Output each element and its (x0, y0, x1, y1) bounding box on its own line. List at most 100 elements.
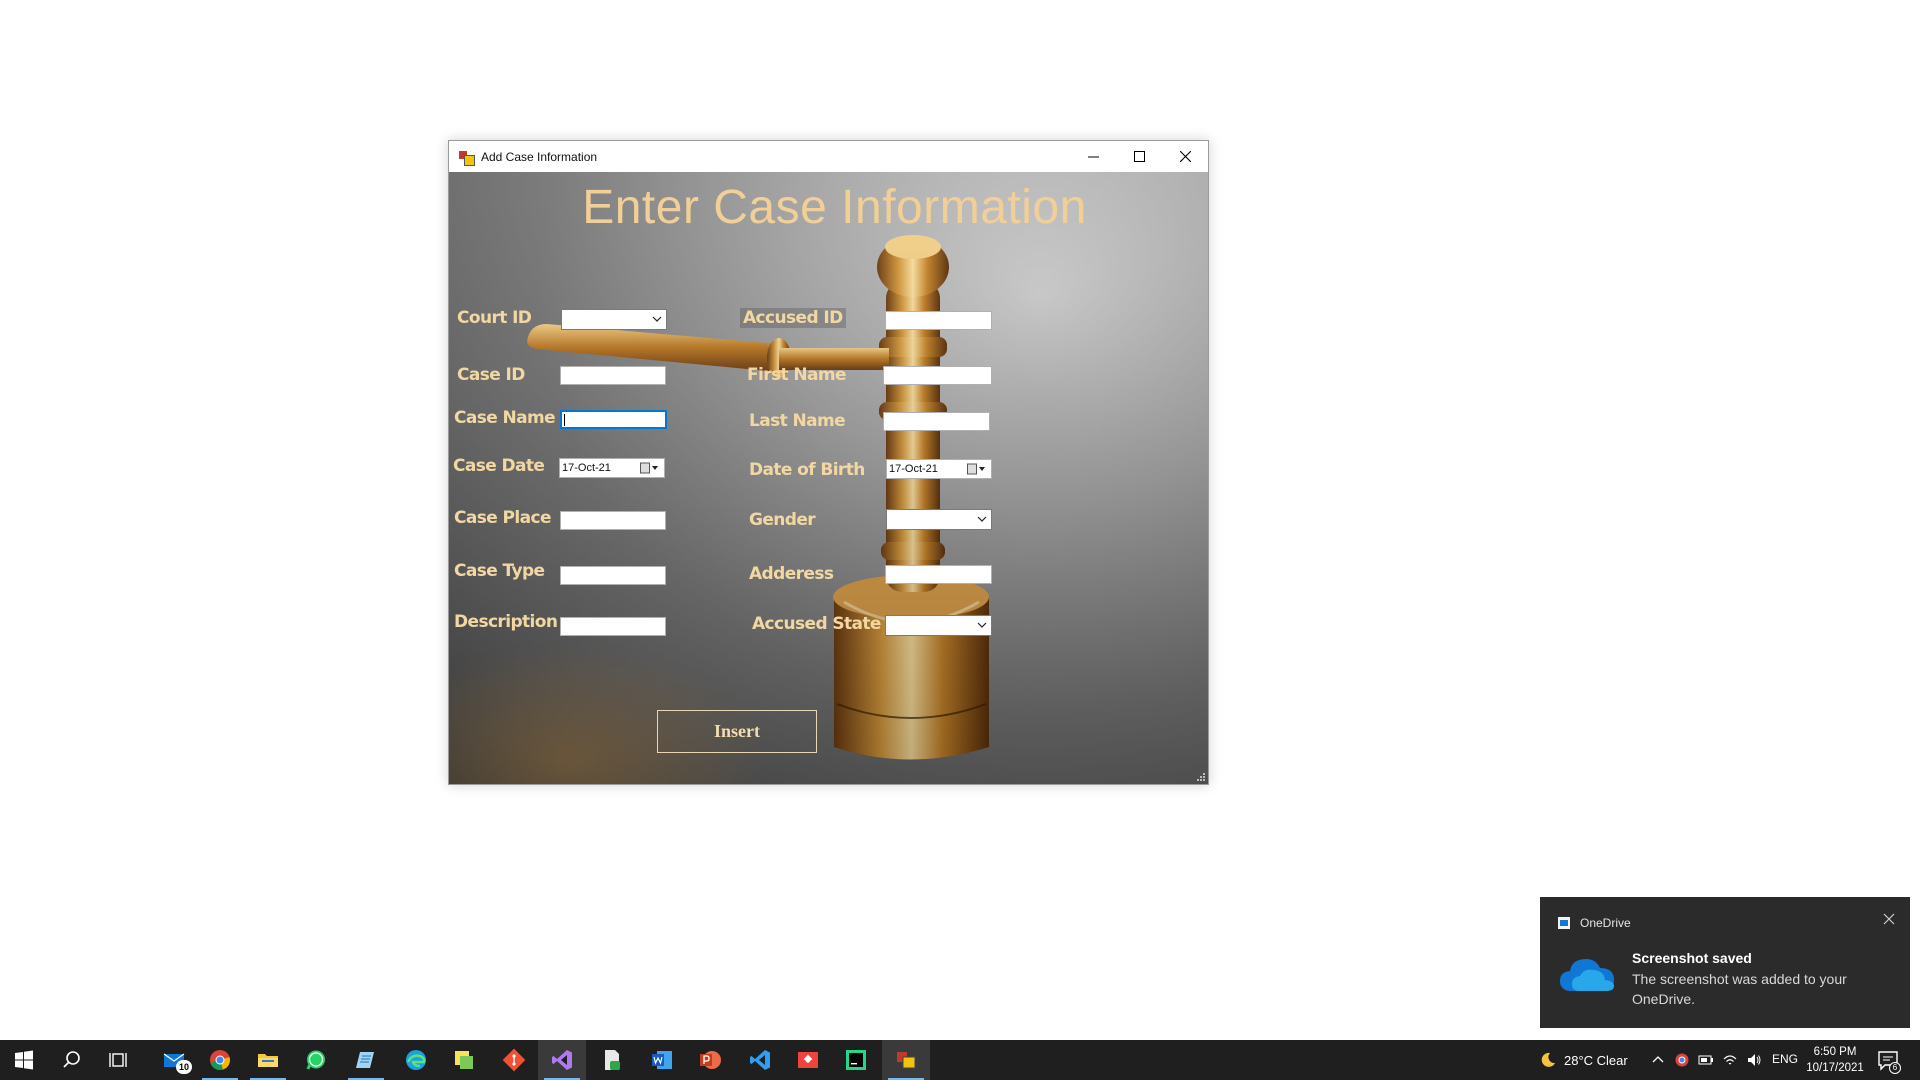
case-type-input[interactable] (560, 566, 666, 585)
last-name-label: Last Name (749, 411, 846, 431)
taskbar-chrome[interactable] (196, 1040, 244, 1080)
case-name-input[interactable] (560, 410, 667, 429)
weather-widget[interactable]: 28°C Clear (1540, 1040, 1628, 1080)
maximize-icon (1133, 151, 1145, 162)
onedrive-app-icon (1558, 917, 1570, 929)
clock[interactable]: 6:50 PM 10/17/2021 (1800, 1044, 1870, 1076)
notification-heading: Screenshot saved (1632, 950, 1752, 966)
case-id-input[interactable] (560, 366, 666, 385)
taskbar-git[interactable] (490, 1040, 538, 1080)
window-title: Add Case Information (481, 149, 598, 164)
taskbar-pycharm[interactable] (832, 1040, 880, 1080)
taskbar-word[interactable] (638, 1040, 686, 1080)
case-date-value: 17-Oct-21 (562, 462, 611, 474)
search-icon (63, 1051, 80, 1068)
calendar-dropdown-icon (640, 462, 658, 474)
search-button[interactable] (48, 1040, 96, 1080)
mail-unread-badge: 10 (176, 1060, 192, 1074)
clock-time: 6:50 PM (1813, 1046, 1857, 1058)
anydesk-icon (798, 1052, 818, 1068)
chevron-down-icon (977, 516, 987, 522)
accused-state-label: Accused State (752, 614, 881, 634)
maximize-button[interactable] (1116, 141, 1162, 172)
first-name-label: First Name (747, 365, 847, 385)
edge-icon (406, 1050, 426, 1070)
form-area: Enter Case Information Court ID Case ID … (449, 172, 1208, 784)
taskbar-notepad[interactable] (342, 1040, 390, 1080)
taskbar: 10 28°C Clear ENG 6:50 PM 10/17/2021 6 (0, 1040, 1920, 1080)
last-name-input[interactable] (883, 412, 990, 431)
folder-icon (258, 1054, 278, 1067)
taskbar-whatsapp[interactable] (292, 1040, 340, 1080)
accused-id-label: Accused ID (740, 308, 846, 328)
taskbar-visual-studio[interactable] (538, 1040, 586, 1080)
gender-combobox[interactable] (886, 509, 992, 530)
insert-button[interactable]: Insert (657, 710, 817, 753)
taskbar-vscode[interactable] (736, 1040, 784, 1080)
case-date-picker[interactable]: 17-Oct-21 (559, 458, 665, 478)
date-of-birth-label: Date of Birth (749, 460, 865, 480)
notification-body: The screenshot was added to your OneDriv… (1632, 971, 1847, 1007)
onedrive-notification[interactable]: OneDrive Screenshot saved The screenshot… (1540, 897, 1910, 1028)
case-app-icon (897, 1052, 916, 1069)
onedrive-cloud-icon (1560, 959, 1614, 991)
chrome-tray-icon[interactable] (1674, 1052, 1690, 1068)
visual-studio-icon (552, 1050, 572, 1070)
date-of-birth-value: 17-Oct-21 (889, 463, 938, 475)
whatsapp-icon (306, 1050, 325, 1070)
title-bar[interactable]: Add Case Information (449, 141, 1208, 172)
taskbar-mail[interactable]: 10 (150, 1040, 198, 1080)
minimize-button[interactable] (1070, 141, 1116, 172)
start-button[interactable] (0, 1040, 48, 1080)
volume-icon[interactable] (1746, 1052, 1762, 1068)
taskbar-edge[interactable] (392, 1040, 440, 1080)
taskbar-case-app[interactable] (882, 1040, 930, 1080)
page-heading: Enter Case Information (582, 181, 1087, 234)
close-icon[interactable] (1882, 912, 1896, 926)
database-document-icon (605, 1050, 620, 1070)
minimize-icon (1087, 156, 1099, 158)
description-label: Description (454, 612, 558, 632)
task-view-button[interactable] (96, 1040, 144, 1080)
court-id-label: Court ID (457, 308, 532, 328)
clock-date: 10/17/2021 (1806, 1062, 1864, 1074)
weather-text: 28°C Clear (1564, 1052, 1628, 1068)
resize-grip-icon[interactable] (1196, 772, 1206, 782)
chevron-up-icon[interactable] (1650, 1052, 1666, 1068)
case-place-input[interactable] (560, 511, 666, 530)
court-id-combobox[interactable] (561, 309, 667, 330)
taskbar-powerpoint[interactable] (686, 1040, 734, 1080)
taskbar-file-explorer[interactable] (244, 1040, 292, 1080)
first-name-input[interactable] (883, 366, 992, 385)
vscode-icon (750, 1050, 770, 1070)
case-id-label: Case ID (457, 365, 525, 385)
powerpoint-icon (700, 1051, 721, 1069)
taskbar-anydesk[interactable] (784, 1040, 832, 1080)
language-indicator[interactable]: ENG (1772, 1052, 1798, 1066)
close-button[interactable] (1162, 141, 1208, 172)
app-icon (458, 149, 475, 166)
gender-label: Gender (749, 510, 816, 530)
pycharm-icon (846, 1050, 866, 1070)
taskbar-sql-app[interactable] (588, 1040, 636, 1080)
battery-icon[interactable] (1698, 1052, 1714, 1068)
word-icon (652, 1051, 672, 1069)
date-of-birth-picker[interactable]: 17-Oct-21 (886, 459, 992, 479)
case-type-label: Case Type (454, 561, 545, 581)
chevron-down-icon (977, 622, 987, 628)
case-place-label: Case Place (454, 508, 551, 528)
case-name-label: Case Name (454, 408, 556, 428)
address-input[interactable] (885, 565, 992, 584)
task-view-icon (109, 1053, 127, 1067)
accused-state-combobox[interactable] (885, 615, 992, 636)
case-date-label: Case Date (453, 456, 545, 476)
add-case-window: Add Case Information Enter Case Informat… (448, 140, 1209, 785)
calendar-dropdown-icon (967, 463, 985, 475)
wifi-icon[interactable] (1722, 1052, 1738, 1068)
accused-id-input[interactable] (885, 311, 992, 330)
description-input[interactable] (560, 617, 666, 636)
chevron-down-icon (652, 316, 662, 322)
notepad-icon (356, 1052, 374, 1068)
chrome-icon (210, 1050, 230, 1070)
taskbar-sticky-notes[interactable] (440, 1040, 488, 1080)
